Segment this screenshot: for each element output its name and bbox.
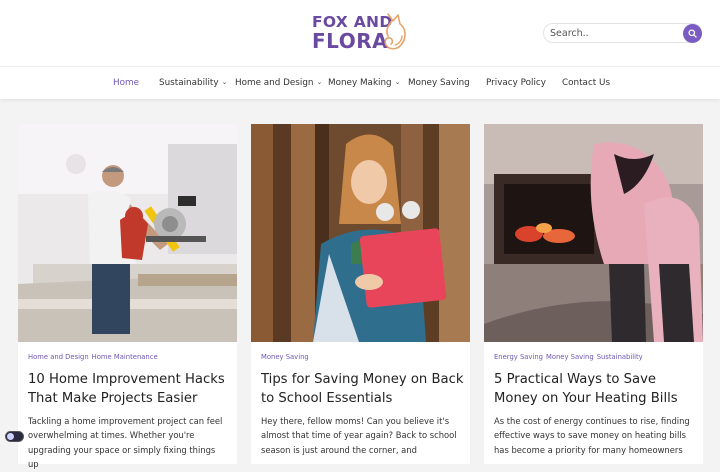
- post-title[interactable]: 5 Practical Ways to Save Money on Your H…: [494, 370, 699, 408]
- site-logo[interactable]: FOX AND FLORA: [312, 12, 408, 54]
- post-title[interactable]: Tips for Saving Money on Back to School …: [261, 370, 466, 408]
- search-icon: [688, 29, 697, 38]
- post-image[interactable]: [18, 124, 237, 342]
- dark-mode-toggle[interactable]: [5, 431, 24, 442]
- post-title[interactable]: 10 Home Improvement Hacks That Make Proj…: [28, 370, 233, 408]
- nav-label: Sustainability: [159, 78, 219, 88]
- nav-label: Contact Us: [562, 78, 611, 88]
- search-box: [543, 23, 702, 43]
- nav-label: Money Making: [328, 78, 392, 88]
- nav-item-money-saving[interactable]: Money Saving: [408, 78, 470, 88]
- search-button[interactable]: [683, 24, 702, 43]
- logo-text: FOX AND FLORA: [312, 14, 393, 53]
- post-excerpt: As the cost of energy continues to rise,…: [494, 416, 690, 455]
- nav-label: Home: [113, 78, 139, 88]
- chevron-down-icon: ⌄: [394, 78, 401, 86]
- nav-item-home[interactable]: Home: [113, 78, 139, 88]
- toggle-knob: [7, 433, 14, 440]
- fox-icon: [384, 13, 406, 50]
- nav-item-money-making[interactable]: Money Making ⌄: [328, 78, 401, 88]
- category-link[interactable]: Money Saving: [546, 353, 594, 361]
- nav-item-sustainability[interactable]: Sustainability ⌄: [159, 78, 227, 88]
- post-excerpt: Tackling a home improvement project can …: [28, 416, 223, 470]
- post-card: Energy Saving Money Saving Sustainability …: [484, 124, 703, 464]
- post-card: Home and Design Home Maintenance 10 Home …: [18, 124, 237, 469]
- category-link[interactable]: Home and Design: [28, 353, 89, 361]
- category-link[interactable]: Sustainability: [597, 353, 643, 361]
- nav-label: Money Saving: [408, 78, 470, 88]
- post-categories: Home and Design Home Maintenance: [28, 353, 161, 361]
- nav-item-home-and-design[interactable]: Home and Design ⌄: [235, 78, 322, 88]
- post-image[interactable]: [484, 124, 703, 342]
- category-link[interactable]: Home Maintenance: [92, 353, 158, 361]
- post-categories: Energy Saving Money Saving Sustainability: [494, 353, 646, 361]
- category-link[interactable]: Money Saving: [261, 353, 309, 361]
- post-categories: Money Saving: [261, 353, 312, 361]
- post-excerpt: Hey there, fellow moms! Can you believe …: [261, 416, 457, 455]
- nav-item-privacy-policy[interactable]: Privacy Policy: [486, 78, 546, 88]
- nav-item-contact-us[interactable]: Contact Us: [562, 78, 610, 88]
- search-input[interactable]: [550, 26, 680, 41]
- nav-label: Privacy Policy: [486, 78, 546, 88]
- chevron-down-icon: ⌄: [316, 78, 323, 86]
- logo-line-2: FLORA: [312, 29, 389, 53]
- category-link[interactable]: Energy Saving: [494, 353, 543, 361]
- chevron-down-icon: ⌄: [221, 78, 228, 86]
- post-card: Money Saving Tips for Saving Money on Ba…: [251, 124, 470, 464]
- site-header: FOX AND FLORA: [0, 0, 720, 66]
- post-image[interactable]: [251, 124, 470, 342]
- nav-label: Home and Design: [235, 78, 314, 88]
- main-nav: Home Sustainability ⌄ Home and Design ⌄ Mo…: [0, 66, 720, 99]
